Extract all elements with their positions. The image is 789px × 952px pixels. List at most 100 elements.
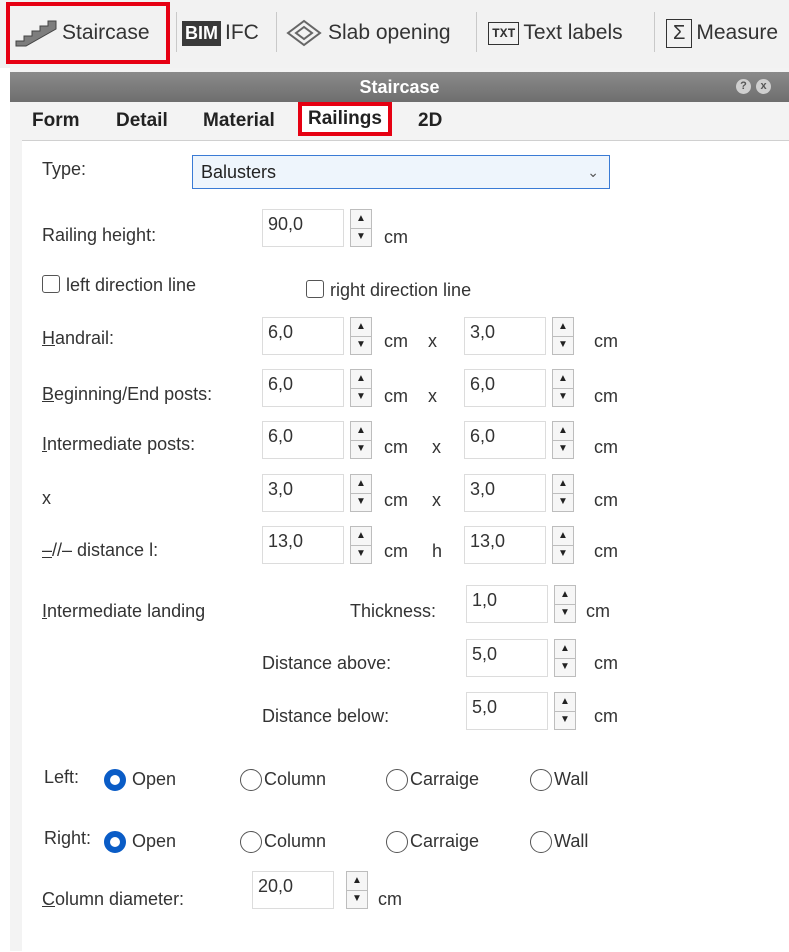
left-open-radio[interactable] bbox=[104, 769, 126, 791]
arrow-down-icon[interactable]: ▼ bbox=[351, 388, 371, 406]
arrow-down-icon[interactable]: ▼ bbox=[553, 440, 573, 458]
type-select[interactable]: Balusters ⌄ bbox=[192, 155, 610, 189]
arrow-down-icon[interactable]: ▼ bbox=[555, 711, 575, 729]
right-direction-line-checkbox[interactable] bbox=[306, 280, 324, 298]
handrail-height-input[interactable]: 3,0 bbox=[464, 317, 546, 355]
x-row-height-stepper[interactable]: ▲ ▼ bbox=[552, 474, 574, 512]
arrow-down-icon[interactable]: ▼ bbox=[347, 890, 367, 908]
posts-width-stepper[interactable]: ▲ ▼ bbox=[350, 369, 372, 407]
handrail-width-stepper[interactable]: ▲ ▼ bbox=[350, 317, 372, 355]
posts-height-stepper[interactable]: ▲ ▼ bbox=[552, 369, 574, 407]
column-diameter-stepper[interactable]: ▲ ▼ bbox=[346, 871, 368, 909]
handrail-width-input[interactable]: 6,0 bbox=[262, 317, 344, 355]
left-wall-radio[interactable] bbox=[530, 769, 552, 791]
tab-detail[interactable]: Detail bbox=[116, 104, 168, 138]
x-row-height-input[interactable]: 3,0 bbox=[464, 474, 546, 512]
distance-l-value: 13,0 bbox=[268, 531, 304, 551]
arrow-down-icon[interactable]: ▼ bbox=[351, 228, 371, 246]
arrow-up-icon[interactable]: ▲ bbox=[553, 422, 573, 441]
arrow-down-icon[interactable]: ▼ bbox=[553, 336, 573, 354]
right-wall-radio[interactable] bbox=[530, 831, 552, 853]
railing-height-input[interactable]: 90,0 bbox=[262, 209, 344, 247]
distance-above-input[interactable]: 5,0 bbox=[466, 639, 548, 677]
arrow-down-icon[interactable]: ▼ bbox=[351, 440, 371, 458]
handrail-label-text: andrail: bbox=[55, 328, 115, 348]
text-labels-label: Text labels bbox=[523, 21, 623, 44]
posts-width-input[interactable]: 6,0 bbox=[262, 369, 344, 407]
arrow-up-icon[interactable]: ▲ bbox=[553, 370, 573, 389]
text-labels-tool-button[interactable]: TXT Text labels bbox=[488, 8, 623, 58]
arrow-down-icon[interactable]: ▼ bbox=[351, 493, 371, 511]
arrow-up-icon[interactable]: ▲ bbox=[555, 640, 575, 659]
arrow-up-icon[interactable]: ▲ bbox=[351, 210, 371, 229]
arrow-up-icon[interactable]: ▲ bbox=[553, 475, 573, 494]
intermediate-posts-height-stepper[interactable]: ▲ ▼ bbox=[552, 421, 574, 459]
arrow-up-icon[interactable]: ▲ bbox=[351, 318, 371, 337]
intermediate-posts-width-input[interactable]: 6,0 bbox=[262, 421, 344, 459]
thickness-input[interactable]: 1,0 bbox=[466, 585, 548, 623]
arrow-down-icon[interactable]: ▼ bbox=[555, 658, 575, 676]
arrow-up-icon[interactable]: ▲ bbox=[555, 693, 575, 712]
arrow-down-icon[interactable]: ▼ bbox=[553, 545, 573, 563]
arrow-up-icon[interactable]: ▲ bbox=[553, 318, 573, 337]
chevron-down-icon: ⌄ bbox=[587, 164, 599, 180]
posts-label: Beginning/End posts: bbox=[42, 384, 212, 405]
tab-form[interactable]: Form bbox=[32, 104, 80, 138]
left-direction-line-checkbox[interactable] bbox=[42, 275, 60, 293]
handrail-width-value: 6,0 bbox=[268, 322, 294, 342]
distance-h-stepper[interactable]: ▲ ▼ bbox=[552, 526, 574, 564]
distance-above-label: Distance above: bbox=[262, 653, 392, 673]
posts-label-accel: B bbox=[42, 384, 55, 404]
arrow-down-icon[interactable]: ▼ bbox=[555, 604, 575, 622]
arrow-up-icon[interactable]: ▲ bbox=[351, 370, 371, 389]
intermediate-posts-height-input[interactable]: 6,0 bbox=[464, 421, 546, 459]
arrow-up-icon[interactable]: ▲ bbox=[553, 527, 573, 546]
arrow-down-icon[interactable]: ▼ bbox=[553, 493, 573, 511]
posts-height-input[interactable]: 6,0 bbox=[464, 369, 546, 407]
intermediate-posts-width-stepper[interactable]: ▲ ▼ bbox=[350, 421, 372, 459]
slab-opening-tool-button[interactable]: Slab opening bbox=[284, 8, 451, 58]
panel-title: Staircase bbox=[359, 77, 440, 97]
railing-height-stepper[interactable]: ▲ ▼ bbox=[350, 209, 372, 247]
distance-below-stepper[interactable]: ▲ ▼ bbox=[554, 692, 576, 730]
tab-material[interactable]: Material bbox=[203, 104, 275, 138]
measure-tool-button[interactable]: Σ Measure bbox=[666, 8, 778, 58]
distance-l-input[interactable]: 13,0 bbox=[262, 526, 344, 564]
distance-above-stepper[interactable]: ▲ ▼ bbox=[554, 639, 576, 677]
x-row-label: x bbox=[42, 488, 51, 508]
sigma-icon: Σ bbox=[666, 18, 693, 48]
column-diameter-input[interactable]: 20,0 bbox=[252, 871, 334, 909]
arrow-down-icon[interactable]: ▼ bbox=[351, 336, 371, 354]
arrow-up-icon[interactable]: ▲ bbox=[347, 872, 367, 891]
arrow-up-icon[interactable]: ▲ bbox=[351, 527, 371, 546]
left-column-radio[interactable] bbox=[240, 769, 262, 791]
column-diameter-text: olumn diameter: bbox=[55, 889, 185, 909]
type-value: Balusters bbox=[201, 162, 277, 182]
arrow-up-icon[interactable]: ▲ bbox=[351, 422, 371, 441]
unit-label: cm bbox=[384, 490, 408, 510]
right-carraige-radio[interactable] bbox=[386, 831, 408, 853]
distance-below-input[interactable]: 5,0 bbox=[466, 692, 548, 730]
distance-l-stepper[interactable]: ▲ ▼ bbox=[350, 526, 372, 564]
handrail-height-stepper[interactable]: ▲ ▼ bbox=[552, 317, 574, 355]
intermediate-posts-label: Intermediate posts: bbox=[42, 434, 195, 455]
thickness-stepper[interactable]: ▲ ▼ bbox=[554, 585, 576, 623]
tab-2d-view[interactable]: 2D view bbox=[418, 104, 459, 165]
arrow-up-icon[interactable]: ▲ bbox=[555, 586, 575, 605]
tab-railings[interactable]: Railings bbox=[298, 102, 392, 136]
distance-h-input[interactable]: 13,0 bbox=[464, 526, 546, 564]
x-row-width-stepper[interactable]: ▲ ▼ bbox=[350, 474, 372, 512]
left-carraige-radio[interactable] bbox=[386, 769, 408, 791]
intermediate-posts-width-value: 6,0 bbox=[268, 426, 294, 446]
arrow-down-icon[interactable]: ▼ bbox=[553, 388, 573, 406]
type-label: Type: bbox=[42, 159, 87, 179]
x-row-width-input[interactable]: 3,0 bbox=[262, 474, 344, 512]
close-icon[interactable]: x bbox=[756, 79, 771, 94]
arrow-up-icon[interactable]: ▲ bbox=[351, 475, 371, 494]
right-open-radio[interactable] bbox=[104, 831, 126, 853]
arrow-down-icon[interactable]: ▼ bbox=[351, 545, 371, 563]
right-column-radio[interactable] bbox=[240, 831, 262, 853]
toolbar: Staircase BIM IFC Slab opening TXT Text … bbox=[0, 0, 789, 68]
ifc-tool-button[interactable]: BIM IFC bbox=[182, 8, 259, 58]
help-icon[interactable]: ? bbox=[736, 79, 751, 94]
